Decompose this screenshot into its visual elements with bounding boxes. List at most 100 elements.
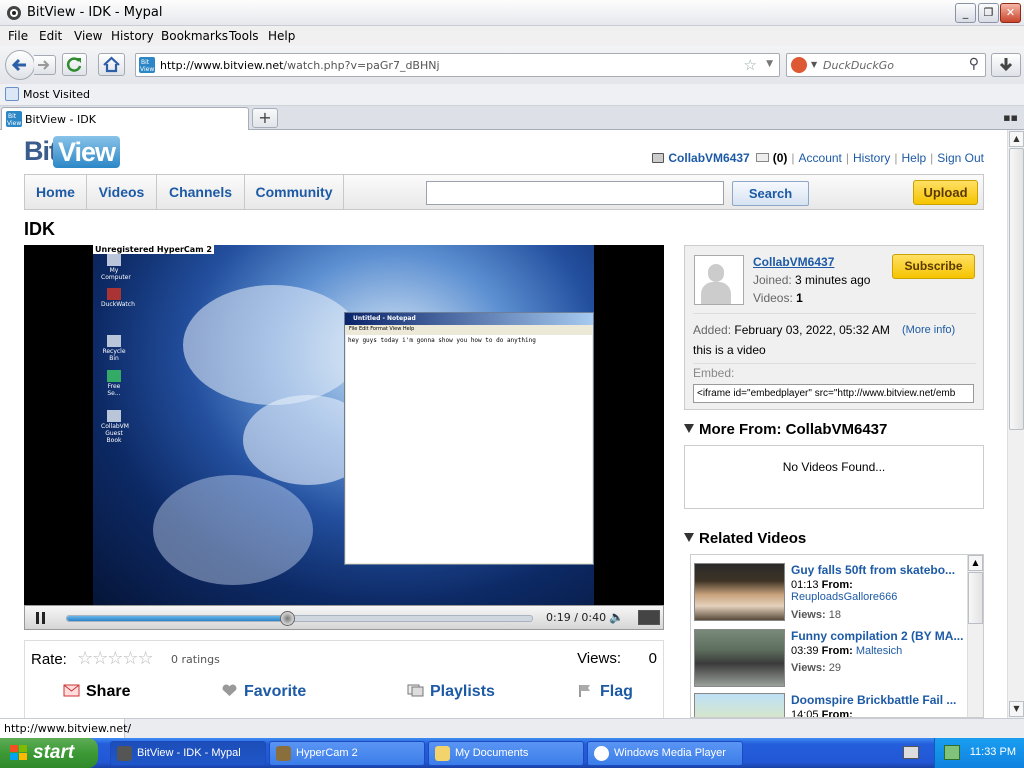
related-videos-list: Guy falls 50ft from skatebo... 01:13 Fro…: [690, 554, 984, 718]
pause-icon[interactable]: [35, 612, 46, 624]
forward-arrow-icon: [38, 60, 50, 70]
scroll-up-icon[interactable]: ▲: [1009, 131, 1024, 147]
back-arrow-icon: [11, 58, 26, 72]
more-from-heading[interactable]: More From: CollabVM6437: [684, 421, 887, 438]
desktop-icon: Recycle Bin: [101, 335, 127, 362]
tab-bitview-idk[interactable]: Bit View BitView - IDK: [1, 107, 249, 131]
subscribe-button[interactable]: Subscribe: [892, 254, 975, 279]
site-search-button[interactable]: Search: [732, 181, 809, 206]
flag-button[interactable]: Flag: [577, 683, 633, 701]
hypercam-icon: [276, 746, 291, 761]
minimize-button[interactable]: _: [955, 3, 976, 23]
rating-stars[interactable]: ☆☆☆☆☆: [77, 648, 154, 669]
video-player[interactable]: Unregistered HyperCam 2 My Computer Duck…: [24, 245, 664, 605]
playlists-button[interactable]: Playlists: [407, 683, 495, 701]
start-button[interactable]: start: [0, 738, 98, 768]
engine-dropdown-icon[interactable]: ▼: [811, 60, 817, 69]
seek-bar[interactable]: [66, 611, 533, 626]
related-video-title[interactable]: Guy falls 50ft from skatebo...: [791, 563, 966, 577]
related-video-item[interactable]: Funny compilation 2 (BY MA... 03:39 From…: [694, 629, 966, 691]
search-engine-bar[interactable]: ▼ DuckDuckGo ⚲: [786, 53, 986, 77]
new-tab-button[interactable]: +: [252, 108, 278, 128]
url-text: http://www.bitview.net/watch.php?v=paGr7…: [160, 59, 440, 72]
related-videos-heading[interactable]: Related Videos: [684, 530, 806, 547]
menu-history[interactable]: History: [111, 29, 154, 43]
sign-out-link[interactable]: Sign Out: [937, 151, 984, 165]
site-search-input[interactable]: [426, 181, 724, 205]
nav-videos[interactable]: Videos: [87, 175, 157, 209]
video-title: IDK: [24, 219, 55, 239]
menu-view[interactable]: View: [74, 29, 102, 43]
menu-tools[interactable]: Tools: [229, 29, 259, 43]
forward-button[interactable]: [34, 55, 56, 75]
nav-community[interactable]: Community: [245, 175, 344, 209]
windows-taskbar: start BitView - IDK - Mypal HyperCam 2 M…: [0, 738, 1024, 768]
page-viewport: Bit View CollabVM6437 (0) | Account | History…: [0, 130, 1007, 718]
related-video-title[interactable]: Doomspire Brickbattle Fail ...: [791, 693, 966, 707]
network-tray-icon[interactable]: [944, 745, 960, 760]
clock[interactable]: 11:33 PM: [970, 746, 1016, 758]
volume-icon[interactable]: 🔈: [609, 610, 624, 624]
menu-bookmarks[interactable]: Bookmarks: [161, 29, 228, 43]
keyboard-layout-icon[interactable]: [903, 746, 919, 759]
account-link[interactable]: Account: [799, 151, 842, 165]
collapse-triangle-icon[interactable]: [684, 424, 694, 433]
fullscreen-icon[interactable]: [638, 610, 660, 625]
search-magnifier-icon[interactable]: ⚲: [969, 56, 979, 72]
maximize-button[interactable]: ❐: [978, 3, 999, 23]
address-bar[interactable]: Bit View http://www.bitview.net/watch.php…: [135, 53, 780, 77]
taskbar-item-media-player[interactable]: Windows Media Player: [587, 741, 743, 766]
nav-channels[interactable]: Channels: [157, 175, 245, 209]
related-scrollbar[interactable]: ▲: [967, 555, 983, 717]
url-history-dropdown-icon[interactable]: ▼: [766, 59, 773, 69]
username-link[interactable]: CollabVM6437: [668, 151, 749, 165]
related-video-item[interactable]: Guy falls 50ft from skatebo... 01:13 Fro…: [694, 563, 966, 625]
scroll-down-icon[interactable]: ▼: [1009, 701, 1024, 717]
home-button[interactable]: [98, 53, 125, 76]
menu-help[interactable]: Help: [268, 29, 295, 43]
favorite-button[interactable]: Favorite: [221, 683, 306, 701]
uploader-name-link[interactable]: CollabVM6437: [753, 255, 834, 269]
ratings-count: 0 ratings: [171, 653, 220, 666]
collapse-triangle-icon[interactable]: [684, 533, 694, 542]
site-navigation: Home Videos Channels Community Search Up…: [24, 174, 984, 210]
page-scrollbar[interactable]: ▲ ▼: [1007, 130, 1024, 718]
bookmark-star-icon[interactable]: ☆: [744, 56, 757, 74]
back-button[interactable]: [5, 50, 35, 80]
help-link[interactable]: Help: [901, 151, 926, 165]
scroll-thumb[interactable]: [968, 572, 983, 624]
tab-list-icon[interactable]: ▪▪: [1003, 111, 1018, 124]
player-controls: 0:19 / 0:40 🔈: [24, 605, 664, 630]
share-button[interactable]: Share: [63, 683, 130, 701]
scroll-thumb[interactable]: [1009, 148, 1024, 430]
related-video-title[interactable]: Funny compilation 2 (BY MA...: [791, 629, 966, 643]
history-link[interactable]: History: [853, 151, 890, 165]
uploader-avatar[interactable]: [694, 255, 744, 305]
navigation-toolbar: Bit View http://www.bitview.net/watch.php…: [0, 46, 1024, 84]
menu-file[interactable]: File: [8, 29, 28, 43]
seek-handle[interactable]: [279, 611, 295, 626]
more-info-link[interactable]: (More info): [902, 324, 955, 336]
most-visited-bookmark[interactable]: Most Visited: [23, 88, 90, 101]
mail-count[interactable]: (0): [773, 151, 788, 165]
menu-edit[interactable]: Edit: [39, 29, 62, 43]
related-video-thumbnail[interactable]: [694, 629, 785, 687]
taskbar-item-mypal[interactable]: BitView - IDK - Mypal: [110, 741, 266, 766]
taskbar-item-hypercam[interactable]: HyperCam 2: [269, 741, 425, 766]
taskbar-item-my-documents[interactable]: My Documents: [428, 741, 584, 766]
related-video-thumbnail[interactable]: [694, 693, 785, 717]
nav-home[interactable]: Home: [25, 175, 87, 209]
earth-cloud: [183, 285, 363, 405]
upload-button[interactable]: Upload: [913, 180, 978, 205]
close-button[interactable]: ✕: [1000, 3, 1021, 23]
downloads-button[interactable]: [991, 53, 1021, 77]
reload-button[interactable]: [62, 53, 87, 76]
embed-code-field[interactable]: <iframe id="embedplayer" src="http://www…: [693, 384, 974, 403]
svg-text:View: View: [140, 66, 154, 73]
duckduckgo-icon[interactable]: [791, 57, 807, 73]
scroll-up-icon[interactable]: ▲: [968, 555, 983, 571]
related-video-thumbnail[interactable]: [694, 563, 785, 621]
mail-icon[interactable]: [755, 153, 769, 162]
related-video-item[interactable]: Doomspire Brickbattle Fail ... 14:05 Fro…: [694, 693, 966, 717]
mypal-app-icon: [7, 6, 21, 20]
